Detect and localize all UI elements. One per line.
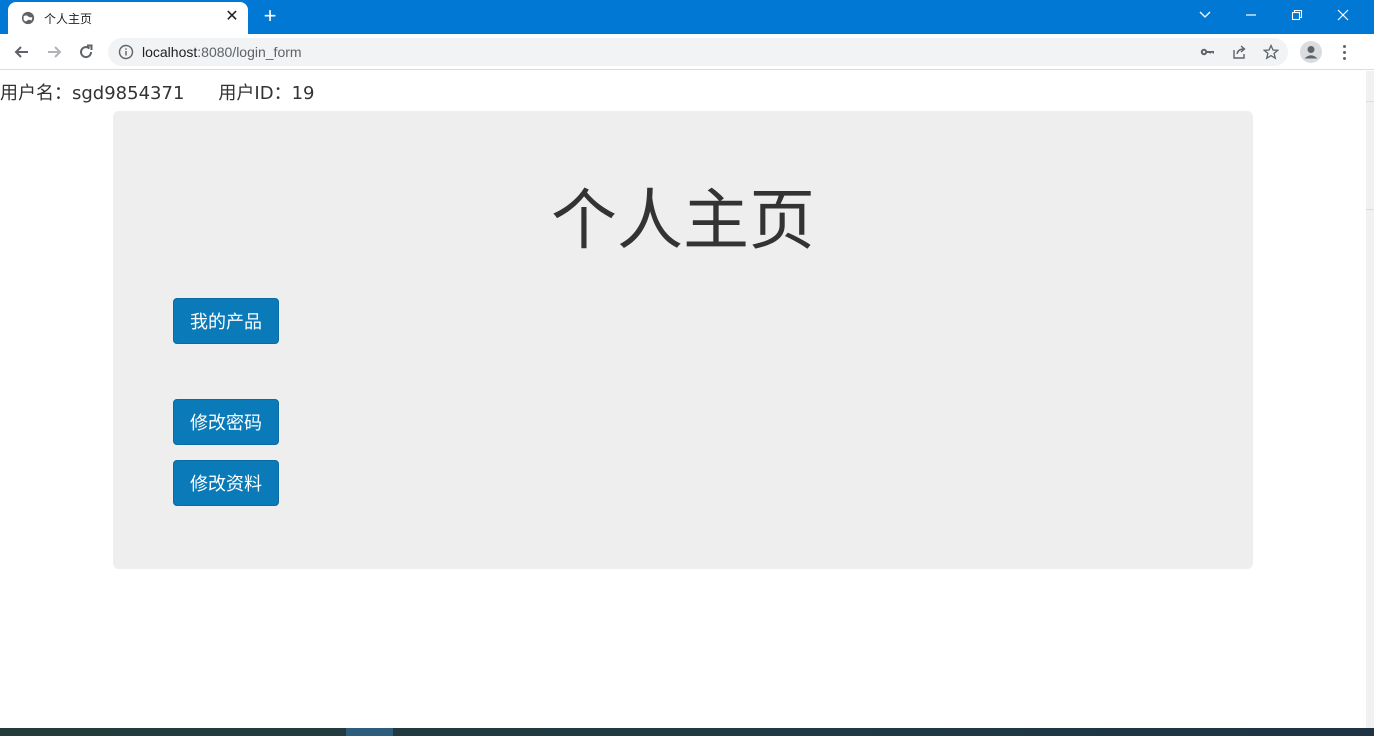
page-scrollbar[interactable] (1366, 71, 1374, 728)
close-window-button[interactable] (1320, 0, 1366, 30)
reload-icon (80, 44, 93, 59)
minimize-icon (1246, 14, 1256, 16)
key-icon[interactable] (1198, 43, 1216, 61)
taskbar-active-app[interactable] (346, 728, 393, 736)
change-password-button[interactable]: 修改密码 (173, 399, 279, 445)
url-path: :8080/login_form (197, 44, 302, 60)
browser-toolbar: localhost:8080/login_form (0, 34, 1374, 70)
userid-label: 用户ID： (218, 83, 292, 104)
globe-icon (21, 11, 35, 25)
arrow-left-icon (14, 46, 28, 58)
tab-strip: 个人主页 ✕ + (0, 0, 1374, 34)
edit-profile-button[interactable]: 修改资料 (173, 460, 279, 506)
new-tab-button[interactable]: + (260, 5, 280, 27)
username-value: sgd9854371 (72, 83, 185, 104)
page-viewport: 用户名：sgd9854371 用户ID：19 个人主页 我的产品 修改密码 修改资… (0, 71, 1366, 728)
userid-value: 19 (291, 83, 315, 104)
arrow-right-icon (48, 46, 62, 58)
address-bar[interactable]: localhost:8080/login_form (108, 38, 1288, 66)
tab-title: 个人主页 (44, 12, 93, 26)
forward-button[interactable] (42, 40, 66, 64)
page-title: 个人主页 (551, 182, 815, 259)
url-host: localhost (142, 44, 198, 60)
browser-tab[interactable]: 个人主页 ✕ (8, 2, 248, 34)
star-icon[interactable] (1262, 43, 1280, 61)
restore-button[interactable] (1274, 0, 1320, 30)
tab-search-button[interactable] (1182, 0, 1228, 30)
share-icon[interactable] (1230, 43, 1248, 61)
chevron-down-icon (1199, 11, 1211, 18)
back-button[interactable] (10, 40, 34, 64)
username-label: 用户名： (0, 83, 72, 104)
avatar-icon[interactable] (1300, 41, 1322, 63)
reload-button[interactable] (74, 40, 98, 64)
restore-icon (1291, 9, 1303, 21)
tab-close-button[interactable]: ✕ (224, 9, 240, 25)
info-icon[interactable] (118, 44, 134, 60)
more-vertical-icon[interactable] (1336, 40, 1352, 64)
url-text[interactable]: localhost:8080/login_form (142, 44, 302, 60)
profile-panel: 个人主页 我的产品 修改密码 修改资料 (113, 111, 1253, 569)
close-icon (1337, 9, 1349, 21)
user-info-bar: 用户名：sgd9854371 用户ID：19 (0, 79, 314, 105)
os-taskbar (0, 728, 1374, 736)
minimize-button[interactable] (1228, 0, 1274, 30)
my-products-button[interactable]: 我的产品 (173, 298, 279, 344)
